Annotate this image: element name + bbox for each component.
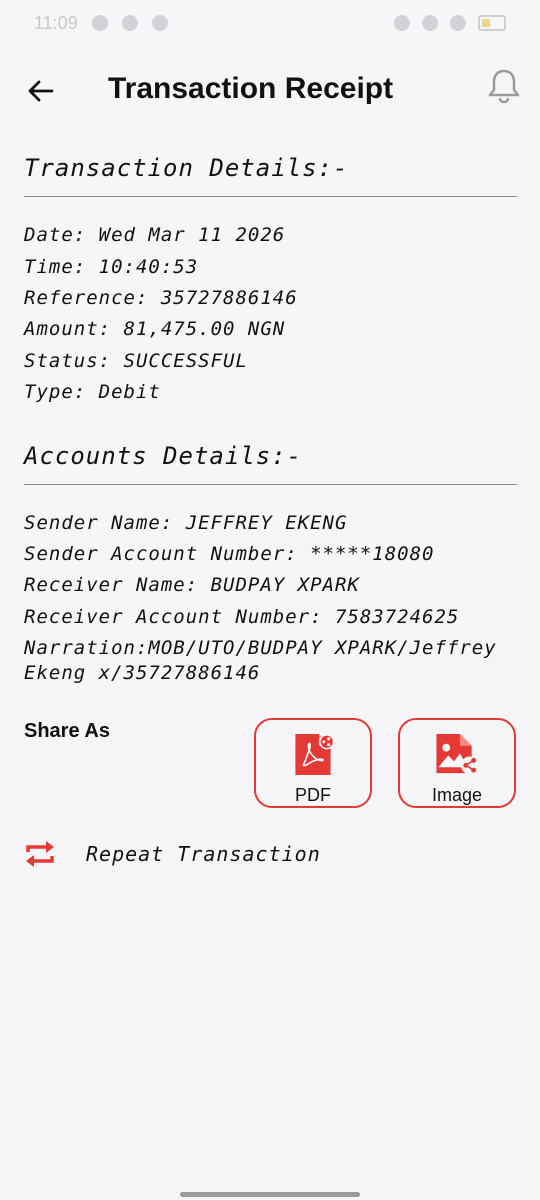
divider — [24, 484, 517, 485]
transaction-time: Time: 10:40:53 — [24, 256, 199, 278]
wifi-icon — [422, 15, 438, 31]
transaction-type: Type: Debit — [24, 381, 161, 403]
image-label: Image — [431, 785, 483, 805]
status-bar: 11:09 — [0, 0, 540, 46]
chat-icon — [91, 15, 108, 31]
transaction-reference: Reference: 35727886146 — [24, 287, 298, 309]
notification-icon — [121, 15, 138, 31]
share-pdf-button[interactable]: PDF — [254, 718, 372, 808]
page-title: Transaction Receipt — [108, 72, 394, 105]
narration: Narration:MOB/UTO/BUDPAY XPARK/Jeffrey — [24, 637, 497, 659]
image-file-icon — [436, 733, 479, 775]
signal-icon — [450, 15, 466, 31]
sender-account-number: Sender Account Number: *****18080 — [24, 543, 435, 565]
receiver-name: Receiver Name: BUDPAY XPARK — [24, 574, 360, 596]
message-icon — [151, 15, 168, 31]
share-image-button[interactable]: Image — [398, 718, 516, 808]
status-time: 11:09 — [34, 12, 78, 33]
repeat-transaction-label: Repeat Transaction — [86, 842, 321, 866]
app-bar: Transaction Receipt — [0, 46, 540, 132]
narration-continued: Ekeng x/35727886146 — [24, 662, 261, 684]
repeat-icon — [26, 841, 54, 867]
back-button[interactable] — [24, 74, 58, 108]
battery-icon — [478, 15, 506, 31]
receiver-account-number: Receiver Account Number: 7583724625 — [24, 606, 460, 628]
transaction-status: Status: SUCCESSFUL — [24, 350, 248, 372]
sender-name: Sender Name: JEFFREY EKENG — [24, 512, 348, 534]
pdf-file-icon — [295, 733, 335, 776]
share-as-label: Share As — [24, 720, 110, 742]
transaction-date: Date: Wed Mar 11 2026 — [24, 224, 286, 246]
bell-icon — [488, 69, 520, 104]
bluetooth-icon — [394, 15, 410, 31]
transaction-amount: Amount: 81,475.00 NGN — [24, 318, 286, 340]
notifications-button[interactable] — [484, 66, 524, 106]
transaction-details-title: Transaction Details:- — [24, 154, 349, 182]
divider — [24, 196, 517, 197]
home-indicator — [180, 1192, 360, 1197]
accounts-details-title: Accounts Details:- — [24, 442, 303, 470]
pdf-label: PDF — [295, 785, 331, 805]
back-arrow-icon — [28, 80, 54, 102]
repeat-transaction-button[interactable]: Repeat Transaction — [22, 836, 321, 872]
